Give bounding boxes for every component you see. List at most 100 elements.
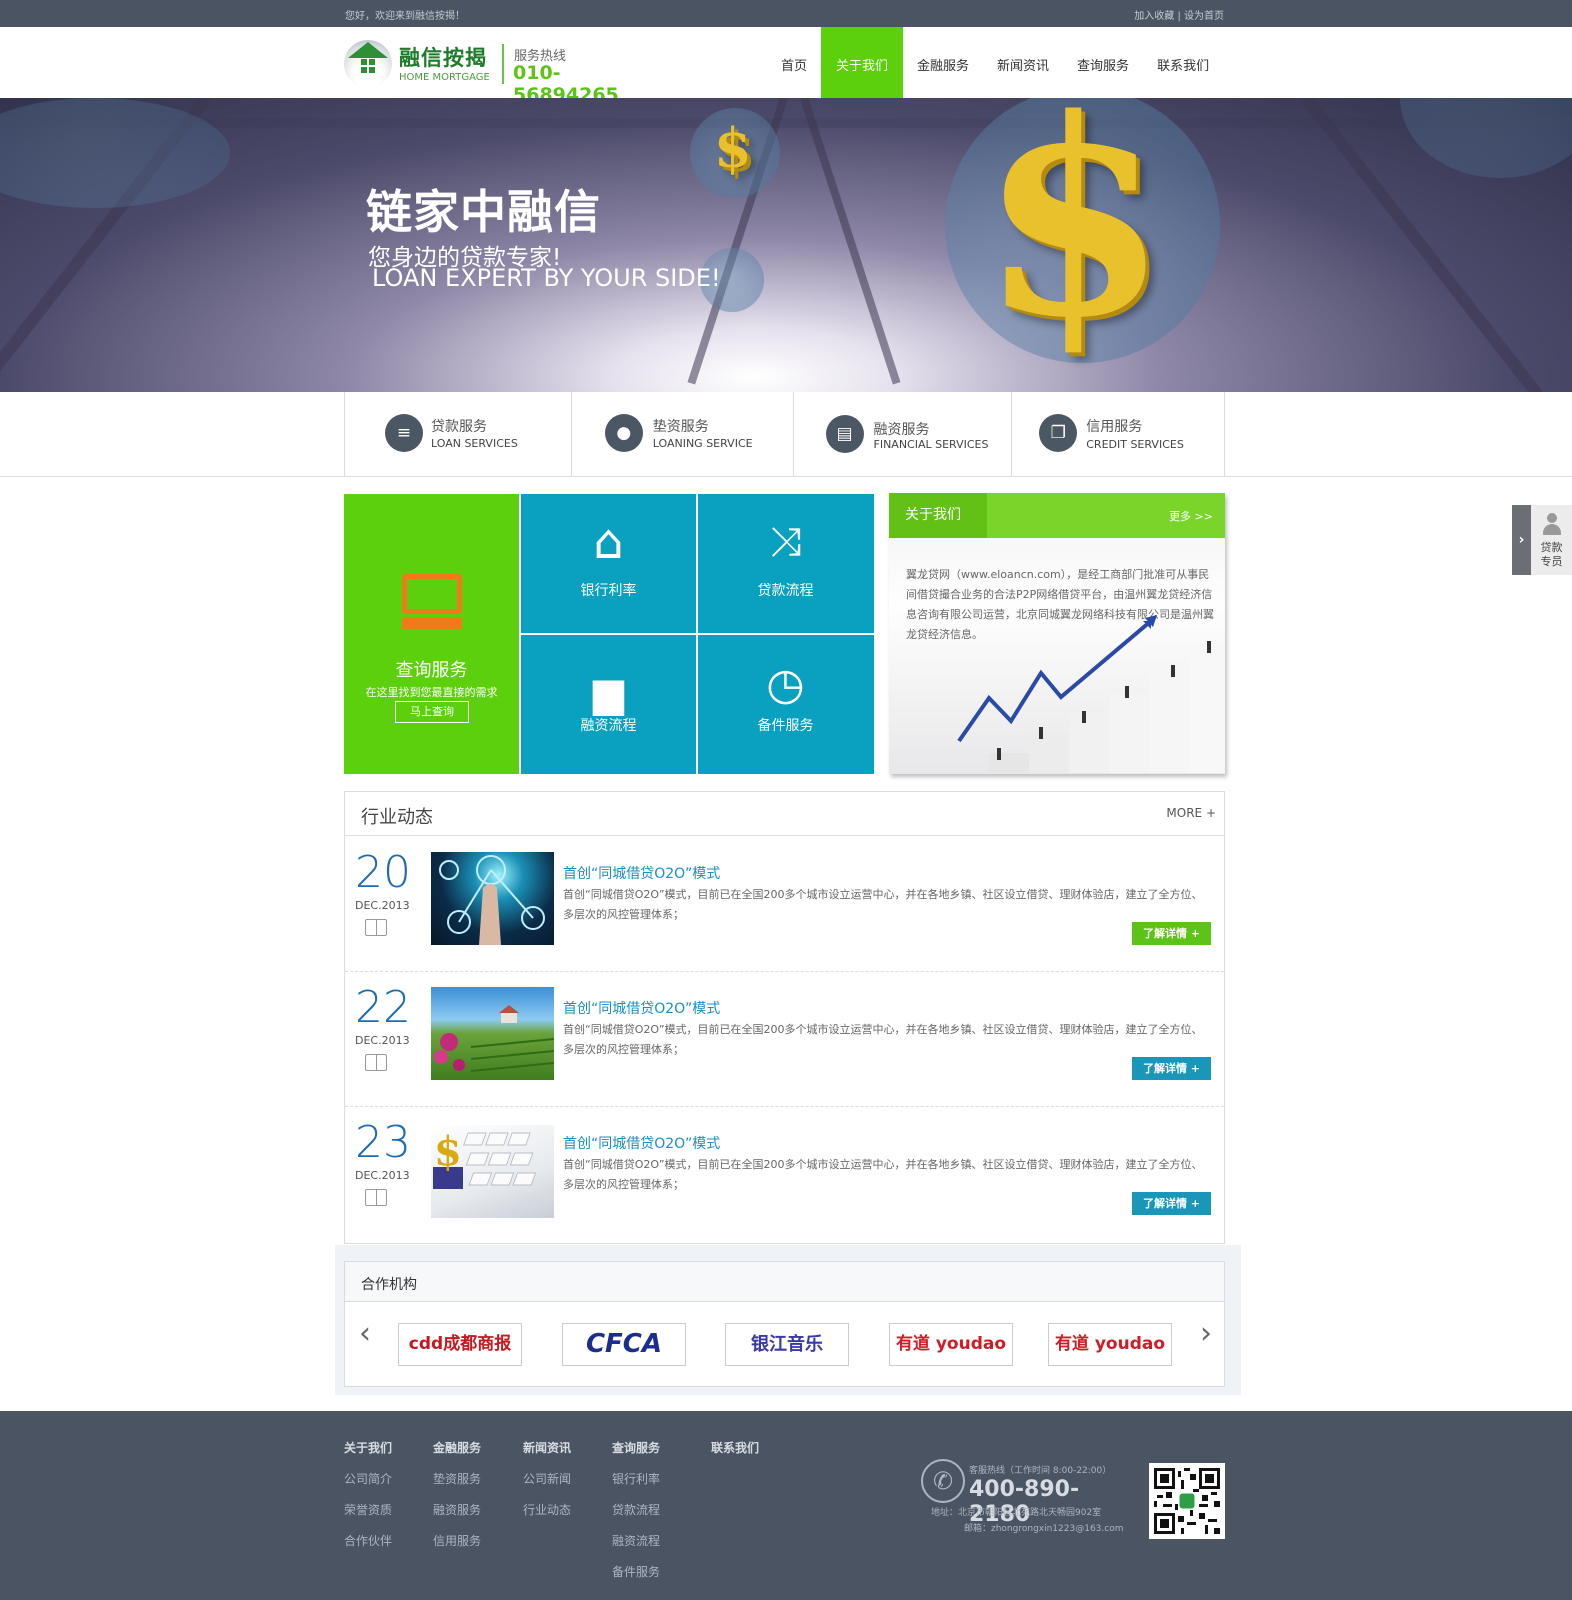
footer-link[interactable]: 行业动态 bbox=[523, 1501, 571, 1518]
query-title: 查询服务 bbox=[395, 660, 468, 681]
query-subtitle: 在这里找到您最直接的需求 bbox=[365, 686, 498, 699]
quick-links-grid: 查询服务 在这里找到您最直接的需求 马上查询 ⌂ 银行利率 ⤨ 贷款流程 ▆ 融… bbox=[344, 494, 874, 774]
news-item: 22 DEC.2013 首创“同城借贷O2O”模式 首创“同城借贷O2O”模式，… bbox=[345, 972, 1224, 1107]
news-header: 行业动态 MORE + bbox=[345, 792, 1224, 836]
tile-label: 贷款流程 bbox=[757, 583, 814, 599]
footer-link[interactable]: 荣誉资质 bbox=[344, 1501, 392, 1518]
footer-link[interactable]: 公司简介 bbox=[344, 1470, 392, 1487]
news-more-link[interactable]: MORE + bbox=[1166, 806, 1216, 820]
news-day: 22 bbox=[355, 982, 411, 1033]
briefcase-icon: ▤ bbox=[825, 415, 864, 453]
news-item: 23 DEC.2013 $ 首创“同城借贷O2O”模式 首创“同城借贷O2O”模… bbox=[345, 1107, 1224, 1242]
news-month: DEC.2013 bbox=[355, 1034, 410, 1047]
footer-col-heading[interactable]: 金融服务 bbox=[433, 1439, 481, 1456]
footer-col-about: 关于我们 公司简介 荣誉资质 合作伙伴 bbox=[344, 1439, 392, 1563]
chevron-left-icon[interactable]: ‹ bbox=[359, 1316, 371, 1351]
tile-financing-process[interactable]: ▆ 融资流程 bbox=[521, 635, 696, 774]
qr-code bbox=[1149, 1463, 1225, 1539]
shuffle-icon: ⤨ bbox=[769, 519, 802, 565]
chevron-right-icon[interactable]: › bbox=[1200, 1316, 1212, 1351]
news-title-link[interactable]: 首创“同城借贷O2O”模式 bbox=[563, 998, 720, 1018]
top-bar: 您好，欢迎来到融信按揭！ 加入收藏 | 设为首页 bbox=[0, 0, 1572, 27]
person-icon bbox=[1542, 513, 1562, 535]
query-service-panel[interactable]: 查询服务 在这里找到您最直接的需求 马上查询 bbox=[344, 494, 519, 774]
news-month: DEC.2013 bbox=[355, 899, 410, 912]
banner-title: 链家中融信 bbox=[366, 185, 601, 239]
service-loan[interactable]: ≡ 贷款服务 LOAN SERVICES bbox=[345, 392, 572, 477]
footer-col-heading[interactable]: 新闻资讯 bbox=[523, 1439, 571, 1456]
nav-item-contact[interactable]: 联系我们 bbox=[1143, 27, 1223, 98]
news-month: DEC.2013 bbox=[355, 1169, 410, 1182]
service-cn: 贷款服务 bbox=[431, 419, 487, 435]
footer-col-heading[interactable]: 关于我们 bbox=[344, 1439, 392, 1456]
house-icon: ⌂ bbox=[593, 514, 624, 570]
footer-link[interactable]: 合作伙伴 bbox=[344, 1532, 392, 1549]
footer-col-heading[interactable]: 联系我们 bbox=[711, 1439, 759, 1456]
news-title-link[interactable]: 首创“同城借贷O2O”模式 bbox=[563, 863, 720, 883]
news-thumbnail[interactable]: $ bbox=[431, 1125, 554, 1218]
read-more-button[interactable]: 了解详情 + bbox=[1132, 1057, 1211, 1080]
query-now-button[interactable]: 马上查询 bbox=[395, 701, 469, 723]
top-links[interactable]: 加入收藏 | 设为首页 bbox=[1134, 7, 1224, 22]
footer-email: 邮箱：zhongrongxin1223@163.com bbox=[964, 1524, 1124, 1534]
nav-item-query[interactable]: 查询服务 bbox=[1063, 27, 1143, 98]
hero-banner[interactable]: $ $ 链家中融信 您身边的贷款专家! LOAN EXPERT BY YOUR … bbox=[0, 98, 1572, 392]
tile-spare-parts[interactable]: ◷ 备件服务 bbox=[698, 635, 874, 774]
footer-link[interactable]: 贷款流程 bbox=[612, 1501, 660, 1518]
logo[interactable]: 融信按揭 HOME MORTGAGE 服务热线 010-56894265 bbox=[344, 40, 664, 106]
news-day: 23 bbox=[355, 1117, 411, 1168]
loan-agent-panel[interactable]: 贷款 专员 bbox=[1531, 505, 1572, 575]
tile-label: 银行利率 bbox=[580, 583, 637, 599]
news-day: 20 bbox=[355, 847, 411, 898]
news-desc: 首创“同城借贷O2O”模式，目前已在全国200多个城市设立运营中心，并在各地乡镇… bbox=[563, 1023, 1203, 1056]
footer-col-news: 新闻资讯 公司新闻 行业动态 bbox=[523, 1439, 571, 1532]
read-more-button[interactable]: 了解详情 + bbox=[1132, 1192, 1211, 1215]
service-credit[interactable]: ❐ 信用服务 CREDIT SERVICES bbox=[1012, 392, 1226, 477]
cards-icon: ❐ bbox=[1039, 414, 1078, 452]
footer-col-heading[interactable]: 查询服务 bbox=[612, 1439, 660, 1456]
partner-logo-yinjiang[interactable]: 银江音乐 bbox=[725, 1323, 849, 1366]
news-thumbnail[interactable] bbox=[431, 852, 554, 945]
footer-link[interactable]: 备件服务 bbox=[612, 1563, 660, 1580]
logo-cn-text: 融信按揭 bbox=[399, 46, 487, 70]
tile-label: 融资流程 bbox=[580, 718, 637, 734]
news-thumbnail[interactable] bbox=[431, 987, 554, 1080]
banner-subtitle-en: LOAN EXPERT BY YOUR SIDE! bbox=[372, 264, 721, 292]
partner-logo-youdao[interactable]: 有道 youdao bbox=[889, 1323, 1013, 1366]
partner-logo-youdao[interactable]: 有道 youdao bbox=[1048, 1323, 1172, 1366]
service-cn: 融资服务 bbox=[873, 422, 930, 438]
news-title-link[interactable]: 首创“同城借贷O2O”模式 bbox=[563, 1133, 720, 1153]
tile-loan-process[interactable]: ⤨ 贷款流程 bbox=[698, 494, 874, 633]
footer-link[interactable]: 融资流程 bbox=[612, 1532, 660, 1549]
news-desc: 首创“同城借贷O2O”模式，目前已在全国200多个城市设立运营中心，并在各地乡镇… bbox=[563, 1158, 1203, 1191]
partner-logo-chengdu[interactable]: cdd成都商报 bbox=[398, 1323, 522, 1366]
service-financial[interactable]: ▤ 融资服务 FINANCIAL SERVICES bbox=[794, 392, 1013, 477]
partners-header: 合作机构 bbox=[345, 1262, 1224, 1302]
phone-icon: ✆ bbox=[921, 1459, 965, 1503]
partner-logo-cfca[interactable]: CFCA bbox=[562, 1323, 686, 1366]
services-bar: ≡ 贷款服务 LOAN SERVICES ● 垫资服务 LOANING SERV… bbox=[344, 392, 1226, 477]
book-icon bbox=[365, 1054, 387, 1071]
footer-hotline-label: 客服热线（工作时间 8:00-22:00） bbox=[969, 1466, 1112, 1476]
footer-link[interactable]: 垫资服务 bbox=[433, 1470, 481, 1487]
nav-item-about[interactable]: 关于我们 bbox=[821, 27, 904, 98]
footer-link[interactable]: 信用服务 bbox=[433, 1532, 481, 1549]
footer-link[interactable]: 公司新闻 bbox=[523, 1470, 571, 1487]
expand-arrow-icon[interactable]: › bbox=[1512, 505, 1531, 575]
footer-link[interactable]: 融资服务 bbox=[433, 1501, 481, 1518]
nav-item-news[interactable]: 新闻资讯 bbox=[983, 27, 1063, 98]
read-more-button[interactable]: 了解详情 + bbox=[1132, 922, 1211, 945]
service-en: CREDIT SERVICES bbox=[1086, 438, 1184, 451]
loan-agent-float[interactable]: › 贷款 专员 bbox=[1512, 505, 1572, 575]
footer-link[interactable]: 银行利率 bbox=[612, 1470, 660, 1487]
loan-agent-label-line: 专员 bbox=[1540, 555, 1563, 568]
main-nav: 首页 关于我们 金融服务 新闻资讯 查询服务 联系我们 bbox=[767, 27, 1223, 98]
service-loaning[interactable]: ● 垫资服务 LOANING SERVICE bbox=[572, 392, 794, 477]
service-en: LOAN SERVICES bbox=[431, 437, 518, 450]
partners-box: 合作机构 ‹ › cdd成都商报 CFCA 银江音乐 有道 youdao 有道 … bbox=[344, 1261, 1225, 1387]
tile-bank-rate[interactable]: ⌂ 银行利率 bbox=[521, 494, 696, 633]
nav-item-finance[interactable]: 金融服务 bbox=[903, 27, 983, 98]
nav-item-home[interactable]: 首页 bbox=[767, 27, 821, 98]
service-en: LOANING SERVICE bbox=[652, 437, 753, 450]
about-us-panel: 关于我们 更多 >> 翼龙贷网（www.eloancn.com），是经工商部门批… bbox=[889, 493, 1225, 774]
